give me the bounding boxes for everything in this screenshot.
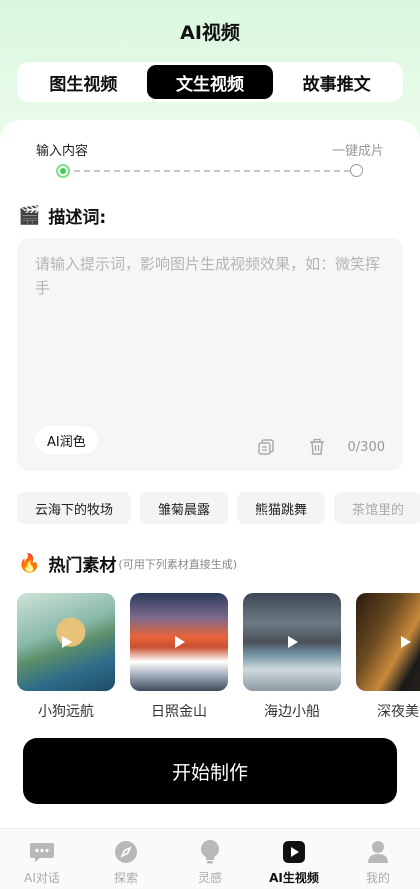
mode-tabs: 图生视频 文生视频 故事推文 [17, 62, 403, 102]
hot-materials-header: 🔥 热门素材 (可用下列素材直接生成) [18, 551, 237, 576]
tab-story[interactable]: 故事推文 [273, 65, 400, 99]
nav-item-profile[interactable]: 我的 [336, 829, 420, 889]
step-active-dot [56, 164, 70, 178]
ai-polish-button[interactable]: AI润色 [35, 426, 98, 454]
play-icon [62, 636, 72, 648]
material-card[interactable]: 小狗远航 [17, 593, 115, 723]
material-label: 日照金山 [151, 704, 207, 720]
material-thumbnail [356, 593, 420, 691]
chat-icon [29, 839, 55, 865]
material-card[interactable]: 深夜美女 [356, 593, 420, 723]
user-icon [365, 839, 391, 865]
play-icon [401, 636, 411, 648]
step-dashed-line [74, 170, 350, 172]
play-icon [288, 636, 298, 648]
fire-icon: 🔥 [18, 553, 41, 574]
chip-suggestion[interactable]: 雏菊晨露 [140, 492, 229, 524]
material-card[interactable]: 海边小船 [243, 593, 341, 723]
chip-suggestion[interactable]: 熊猫跳舞 [237, 492, 326, 524]
materials-row: 小狗远航 日照金山 海边小船 深夜美女 [17, 593, 420, 723]
main-card [0, 120, 420, 840]
clapper-icon: 🎬 [18, 205, 41, 226]
nav-label: AI生视频 [269, 871, 319, 885]
material-thumbnail [17, 593, 115, 691]
nav-label: 我的 [365, 871, 390, 885]
material-label: 深夜美女 [377, 704, 420, 720]
bottom-nav: AI对话 探索 灵感 AI生视频 我的 [0, 828, 420, 889]
page-title: AI视频 [180, 22, 240, 44]
describe-header: 🎬 描述词: [18, 203, 106, 228]
step-finish-label: 一键成片 [331, 144, 384, 159]
nav-item-ai-video[interactable]: AI生视频 [252, 829, 336, 889]
nav-item-inspiration[interactable]: 灵感 [168, 829, 252, 889]
start-create-button[interactable]: 开始制作 [23, 738, 397, 804]
material-label: 海边小船 [264, 704, 320, 720]
step-end-dot [350, 164, 363, 177]
compass-icon [113, 839, 139, 865]
nav-label: 探索 [113, 871, 138, 885]
tab-image-to-video[interactable]: 图生视频 [20, 65, 147, 99]
trash-icon[interactable] [308, 438, 326, 456]
nav-item-ai-chat[interactable]: AI对话 [0, 829, 84, 889]
play-icon [175, 636, 185, 648]
copy-icon[interactable] [257, 438, 275, 456]
material-thumbnail [243, 593, 341, 691]
hot-materials-subtitle: (可用下列素材直接生成) [118, 557, 238, 571]
char-counter: 0/300 [347, 440, 385, 455]
chip-suggestion[interactable]: 茶馆里的 [334, 492, 420, 524]
step-input-label: 输入内容 [36, 144, 89, 159]
nav-label: AI对话 [24, 871, 60, 885]
play-icon [281, 839, 307, 865]
material-thumbnail [130, 593, 228, 691]
bulb-icon [197, 839, 223, 865]
prompt-placeholder: 请输入提示词，影响图片生成视频效果，如：微笑挥手 [35, 255, 381, 297]
suggestion-chips: 云海下的牧场 雏菊晨露 熊猫跳舞 茶馆里的 [17, 492, 420, 524]
material-label: 小狗远航 [38, 704, 94, 720]
nav-item-explore[interactable]: 探索 [84, 829, 168, 889]
chip-suggestion[interactable]: 云海下的牧场 [17, 492, 132, 524]
tab-text-to-video[interactable]: 文生视频 [146, 65, 274, 99]
material-card[interactable]: 日照金山 [130, 593, 228, 723]
hot-materials-title: 热门素材 [48, 556, 117, 576]
prompt-input[interactable]: 请输入提示词，影响图片生成视频效果，如：微笑挥手 AI润色 0/300 [17, 238, 403, 471]
describe-title: 描述词: [48, 208, 107, 228]
nav-label: 灵感 [197, 871, 222, 885]
